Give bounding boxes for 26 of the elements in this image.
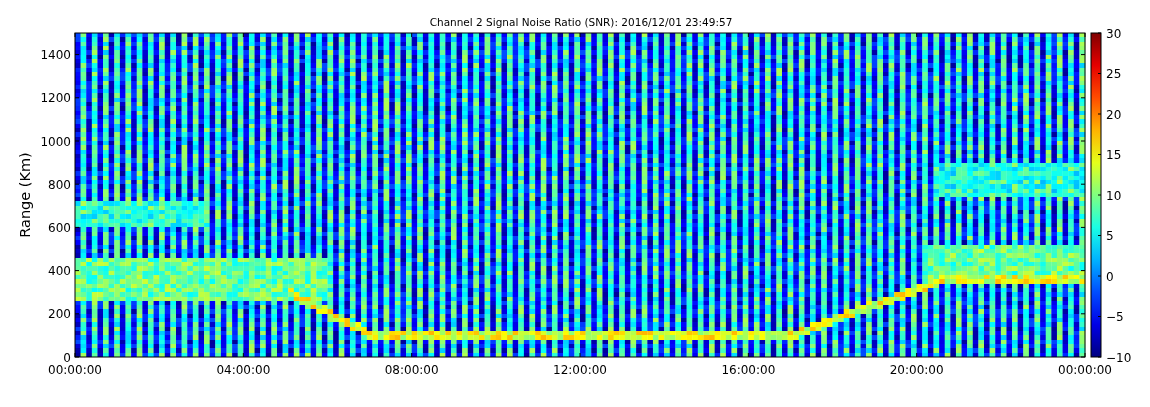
tick-label: 400 [48,264,71,279]
tick-label: 1200 [40,91,71,106]
tick-label: 20:00:00 [889,363,944,377]
tick-label: 0 [1106,269,1114,284]
tick-label: 10 [1106,188,1122,203]
tick-label: 800 [48,177,71,192]
tick-label: 1400 [40,48,71,63]
tick-label: −5 [1106,310,1124,324]
tick-label: −10 [1106,350,1132,365]
tick-label: 16:00:00 [721,363,776,377]
tick-label: 12:00:00 [553,363,607,377]
tick-label: 25 [1106,67,1122,81]
tick-label: 30 [1106,26,1122,41]
axis-label: Range (Km) [17,152,33,238]
tick-label: 1000 [40,134,71,149]
tick-label: 15 [1106,148,1122,162]
tick-label: 04:00:00 [216,363,271,377]
tick-label: 20 [1106,107,1122,122]
tick-label: 00:00:00 [48,363,102,377]
tick-label: 200 [48,307,71,322]
tick-label: 08:00:00 [384,363,439,377]
tick-label: 600 [48,220,71,235]
tick-label: 00:00:00 [1058,363,1112,377]
chart-title: Channel 2 Signal Noise Ratio (SNR): 2016/12/01 23:49:57 [429,16,733,28]
tick-label: 0 [63,350,71,365]
tick-label: 5 [1106,229,1114,243]
